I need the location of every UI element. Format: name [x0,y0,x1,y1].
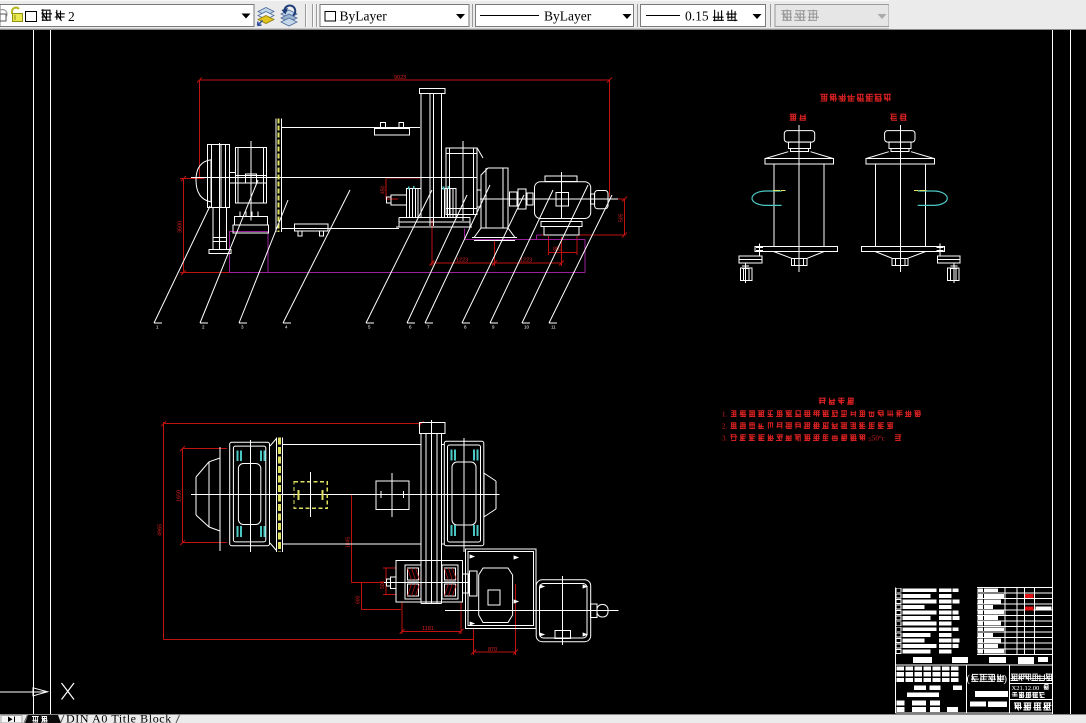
svg-text:1650: 1650 [177,490,183,502]
svg-text:9023: 9023 [394,75,406,81]
svg-text:1223: 1223 [520,258,532,264]
svg-text:): ) [1004,674,1008,685]
svg-text:1.: 1. [722,411,728,419]
svg-text:11: 11 [551,325,556,330]
svg-text:3.: 3. [722,435,728,443]
svg-text:X21.12.00: X21.12.00 [1012,685,1041,692]
svg-text:1181: 1181 [422,626,434,632]
svg-text:0.15: 0.15 [685,9,709,24]
svg-text:4965: 4965 [158,524,164,536]
svg-text:1845: 1845 [346,537,352,548]
svg-text:505: 505 [619,213,625,222]
svg-text:500: 500 [380,580,386,589]
svg-text:ByLayer: ByLayer [544,9,592,24]
svg-text:600: 600 [356,595,362,604]
svg-text:(: ( [967,674,971,685]
svg-text:DIN A0 Title Block: DIN A0 Title Block [66,712,172,723]
svg-text:2.: 2. [722,423,728,431]
svg-text:450: 450 [381,185,387,194]
svg-text:≤50°c: ≤50°c [868,435,885,443]
svg-text:2: 2 [68,9,75,24]
svg-text:3600: 3600 [178,221,184,233]
svg-text:10: 10 [524,325,530,330]
svg-text:ByLayer: ByLayer [340,9,388,24]
svg-text:870: 870 [488,647,497,653]
svg-text:1223: 1223 [456,258,468,264]
